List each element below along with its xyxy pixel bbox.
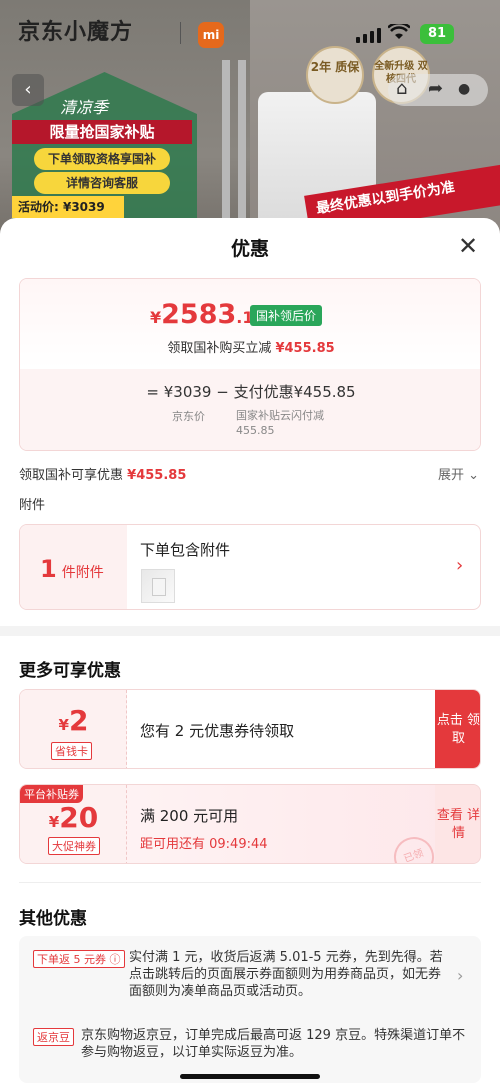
coupon-tag: 大促神券 [48, 837, 100, 855]
coupon-countdown: 距可用还有 09:49:44 [140, 837, 268, 852]
final-price: ¥2583.15 [150, 299, 265, 330]
attachment-thumbnail [141, 569, 175, 603]
promo-price: 活动价: ¥3039 [12, 196, 124, 218]
close-button[interactable]: ✕ [454, 232, 482, 260]
status-bar: 京东小魔方 mi 81 [0, 0, 500, 60]
divider [180, 22, 181, 44]
close-icon: ✕ [457, 232, 479, 260]
divider [19, 882, 481, 883]
coupon-card: 平台补贴券 ¥20 大促神券 满 200 元可用 距可用还有 09:49:44 … [19, 784, 481, 864]
back-button[interactable]: ‹ [12, 74, 44, 106]
promo-line: 详情咨询客服 [34, 172, 170, 194]
more-discounts-title: 更多可享优惠 [19, 661, 121, 681]
chevron-right-icon: › [457, 966, 464, 985]
claim-line: 领取国补购买立减 ¥455.85 [167, 341, 335, 356]
attachment-section-label: 附件 [19, 498, 46, 513]
promo-line: 下单领取资格享国补 [34, 148, 170, 170]
attachment-count: 1 件附件 [40, 555, 104, 583]
attachment-card[interactable]: 1 件附件 下单包含附件 › [19, 524, 481, 610]
jd-price-label: 京东价 [172, 410, 205, 423]
other-item-text: 实付满 1 元，收货后返满 5.01-5 元券，先到先得。若点击跳转后的页面展示… [129, 950, 443, 999]
section-gap [0, 626, 500, 636]
expand-toggle[interactable]: 展开 ⌄ [438, 464, 479, 483]
coupon-tag: 省钱卡 [51, 742, 92, 760]
coupon-description: 您有 2 元优惠券待领取 [140, 722, 295, 740]
coupon-card: ¥2 省钱卡 您有 2 元优惠券待领取 点击 领取 [19, 689, 481, 769]
chevron-down-icon: ⌄ [468, 468, 480, 483]
discount-sheet: 优惠 ✕ ¥2583.15 国补领后价 领取国补购买立减 ¥455.85 = ¥… [0, 218, 500, 1083]
top-action-bar: ⌂ ➦ ● [388, 74, 488, 106]
more-icon[interactable]: ● [458, 81, 470, 97]
coupon-amount: ¥2 [58, 704, 89, 737]
promo-season: 清凉季 [60, 98, 109, 117]
gov-discount-label: 国家补贴云闪付减 455.85 [236, 409, 324, 437]
home-icon[interactable]: ⌂ [396, 78, 407, 99]
coupon-return-tag: 下单返 5 元券 ⓘ [33, 950, 125, 968]
coupon-amount: ¥20 [48, 801, 99, 834]
signal-icon [356, 28, 381, 43]
subsidy-summary: 领取国补可享优惠 ¥455.85 [19, 468, 187, 483]
share-icon[interactable]: ➦ [428, 78, 443, 99]
chevron-left-icon: ‹ [24, 79, 32, 100]
attachment-title: 下单包含附件 [140, 541, 231, 559]
wifi-icon [388, 24, 410, 39]
price-breakdown-card: ¥2583.15 国补领后价 领取国补购买立减 ¥455.85 = ¥3039 … [19, 278, 481, 451]
claim-coupon-button[interactable]: 点击 领取 [435, 690, 480, 768]
jingdou-tag: 返京豆 [33, 1028, 74, 1046]
app-logo-text: 京东小魔方 [18, 20, 134, 45]
chevron-right-icon: › [456, 555, 464, 576]
pipe-decoration [238, 60, 246, 240]
info-icon: ⓘ [109, 953, 121, 966]
view-details-button[interactable]: 查看 详情 [435, 785, 480, 863]
sheet-title: 优惠 [230, 238, 269, 260]
other-discounts-title: 其他优惠 [19, 909, 87, 929]
promo-banner: 限量抢国家补贴 [12, 120, 192, 144]
price-formula: = ¥3039 − 支付优惠¥455.85 [146, 383, 356, 401]
coupon-description: 满 200 元可用 [140, 807, 239, 825]
home-indicator [180, 1074, 320, 1079]
other-discounts-card: 下单返 5 元券 ⓘ 实付满 1 元，收货后返满 5.01-5 元券，先到先得。… [19, 936, 481, 1083]
pipe-decoration [222, 60, 230, 240]
battery-indicator: 81 [420, 24, 454, 44]
mi-logo: mi [198, 22, 224, 48]
other-item-text: 京东购物返京豆，订单完成后最高可返 129 京豆。特殊渠道订单不参与购物返豆，以… [81, 1028, 466, 1060]
gov-subsidy-badge: 国补领后价 [250, 305, 323, 326]
claimed-stamp: 已领 [388, 831, 440, 863]
